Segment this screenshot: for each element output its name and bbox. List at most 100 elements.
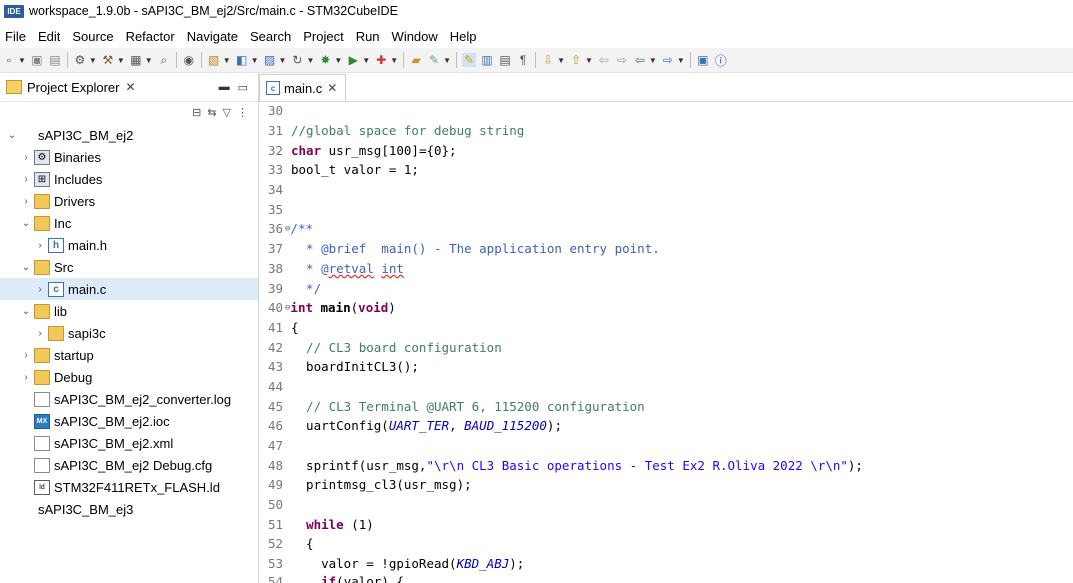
open-perspective-icon[interactable]: ▣	[696, 53, 710, 67]
last-edit-icon[interactable]: ⇦	[597, 53, 611, 67]
open-task-icon[interactable]: ✎	[427, 53, 441, 67]
binary-icon[interactable]: ▦	[129, 53, 143, 67]
code-line[interactable]: 45 // CL3 Terminal @UART 6, 115200 confi…	[259, 396, 1073, 416]
code-line[interactable]: 38 * @retval int	[259, 259, 1073, 279]
dropdown-arrow-icon[interactable]: ▼	[585, 56, 593, 65]
dropdown-arrow-icon[interactable]: ▼	[649, 56, 657, 65]
collapsed-arrow-icon[interactable]: ›	[20, 372, 32, 383]
collapsed-arrow-icon[interactable]: ›	[34, 284, 46, 295]
dropdown-arrow-icon[interactable]: ▼	[18, 56, 26, 65]
close-icon[interactable]: ✕	[125, 80, 135, 94]
tree-item[interactable]: sAPI3C_BM_ej3	[0, 498, 258, 520]
tree-item[interactable]: › Debug	[0, 366, 258, 388]
tree-item[interactable]: sAPI3C_BM_ej2_converter.log	[0, 388, 258, 410]
tree-item[interactable]: › c main.c	[0, 278, 258, 300]
run-icon[interactable]: ▶	[346, 53, 360, 67]
collapsed-arrow-icon[interactable]: ›	[34, 328, 46, 339]
code-line[interactable]: 31 //global space for debug string	[259, 121, 1073, 141]
minimize-icon[interactable]: ▬	[219, 81, 230, 94]
info-icon[interactable]: ⓘ	[714, 53, 728, 68]
close-icon[interactable]: ✕	[327, 81, 337, 95]
dropdown-arrow-icon[interactable]: ▼	[306, 56, 314, 65]
expanded-arrow-icon[interactable]: ⌄	[20, 218, 32, 229]
collapsed-arrow-icon[interactable]: ›	[20, 196, 32, 207]
code-line[interactable]: 30	[259, 101, 1073, 121]
build-config-icon[interactable]: ⚙	[73, 53, 87, 67]
dropdown-arrow-icon[interactable]: ▼	[117, 56, 125, 65]
code-line[interactable]: 54 if(valor) {	[259, 574, 1073, 583]
tree-item[interactable]: sAPI3C_BM_ej2 Debug.cfg	[0, 454, 258, 476]
code-line[interactable]: 37 * @brief main() - The application ent…	[259, 239, 1073, 259]
code-line[interactable]: 43 boardInitCL3();	[259, 357, 1073, 377]
code-line[interactable]: 47	[259, 436, 1073, 456]
collapsed-arrow-icon[interactable]: ›	[34, 240, 46, 251]
dropdown-arrow-icon[interactable]: ▼	[390, 56, 398, 65]
forward-edit-icon[interactable]: ⇨	[615, 53, 629, 67]
menu-source[interactable]: Source	[66, 29, 119, 44]
code-line[interactable]: 41 {	[259, 318, 1073, 338]
new-file-icon[interactable]: ▫	[2, 53, 16, 67]
new-source-icon[interactable]: ▨	[263, 53, 277, 67]
project-explorer-tab[interactable]: Project Explorer ✕	[0, 73, 142, 101]
tree-item[interactable]: › Drivers	[0, 190, 258, 212]
tree-item[interactable]: ⌄ sAPI3C_BM_ej2	[0, 124, 258, 146]
tree-item[interactable]: ld STM32F411RETx_FLASH.ld	[0, 476, 258, 498]
toggle-mark-icon[interactable]: ▥	[480, 53, 494, 67]
expanded-arrow-icon[interactable]: ⌄	[20, 306, 32, 317]
code-line[interactable]: 46 uartConfig(UART_TER, BAUD_115200);	[259, 416, 1073, 436]
code-line[interactable]: 53 valor = !gpioRead(KBD_ABJ);	[259, 554, 1073, 574]
tree-item[interactable]: › h main.h	[0, 234, 258, 256]
tree-item[interactable]: › startup	[0, 344, 258, 366]
tree-item[interactable]: MX sAPI3C_BM_ej2.ioc	[0, 410, 258, 432]
dropdown-arrow-icon[interactable]: ▼	[334, 56, 342, 65]
code-line[interactable]: 40 ⊖ int main(void)	[259, 298, 1073, 318]
dropdown-arrow-icon[interactable]: ▼	[443, 56, 451, 65]
expanded-arrow-icon[interactable]: ⌄	[20, 262, 32, 273]
tree-item[interactable]: › ⚙ Binaries	[0, 146, 258, 168]
code-line[interactable]: 32 char usr_msg[100]={0};	[259, 140, 1073, 160]
menu-edit[interactable]: Edit	[32, 29, 66, 44]
forward-icon[interactable]: ⇨	[661, 53, 675, 67]
menu-run[interactable]: Run	[350, 29, 386, 44]
next-annotation-icon[interactable]: ⇩	[541, 53, 555, 67]
code-line[interactable]: 35	[259, 199, 1073, 219]
editor-tab-main-c[interactable]: c main.c ✕	[259, 74, 347, 101]
code-line[interactable]: 51 while (1)	[259, 514, 1073, 534]
code-line[interactable]: 39 */	[259, 278, 1073, 298]
tree-item[interactable]: ⌄ lib	[0, 300, 258, 322]
tree-item[interactable]: › ⊞ Includes	[0, 168, 258, 190]
prev-annotation-icon[interactable]: ⇧	[569, 53, 583, 67]
code-line[interactable]: 52 {	[259, 534, 1073, 554]
collapsed-arrow-icon[interactable]: ›	[20, 152, 32, 163]
code-line[interactable]: 36 ⊖/**	[259, 219, 1073, 239]
dropdown-arrow-icon[interactable]: ▼	[677, 56, 685, 65]
menu-file[interactable]: File	[0, 29, 32, 44]
open-folder-icon[interactable]: ▰	[409, 53, 423, 67]
filter-icon[interactable]: ▽	[223, 106, 231, 119]
dropdown-arrow-icon[interactable]: ▼	[145, 56, 153, 65]
maximize-icon[interactable]: ▭	[238, 81, 248, 94]
new-project-icon[interactable]: ▧	[207, 53, 221, 67]
view-menu-icon[interactable]: ⋮	[237, 106, 248, 119]
external-tools-icon[interactable]: ✚	[374, 53, 388, 67]
code-line[interactable]: 48 sprintf(usr_msg,"\r\n CL3 Basic opera…	[259, 455, 1073, 475]
search-icon[interactable]: ⌕	[157, 53, 171, 67]
link-editor-icon[interactable]: ⇆	[207, 106, 216, 119]
dropdown-arrow-icon[interactable]: ▼	[89, 56, 97, 65]
dropdown-arrow-icon[interactable]: ▼	[251, 56, 259, 65]
code-line[interactable]: 33 bool_t valor = 1;	[259, 160, 1073, 180]
highlight-icon[interactable]: ✎	[462, 53, 477, 67]
save-all-icon[interactable]: ▤	[48, 53, 62, 67]
menu-refactor[interactable]: Refactor	[120, 29, 181, 44]
code-editor[interactable]: 30 31 //global space for debug string 32 cha…	[259, 101, 1073, 583]
collapsed-arrow-icon[interactable]: ›	[20, 174, 32, 185]
code-line[interactable]: 49 printmsg_cl3(usr_msg);	[259, 475, 1073, 495]
code-line[interactable]: 34	[259, 180, 1073, 200]
tree-item[interactable]: › sapi3c	[0, 322, 258, 344]
menu-search[interactable]: Search	[244, 29, 297, 44]
device-icon[interactable]: ◉	[182, 53, 196, 67]
debug-icon[interactable]: ✸	[318, 53, 332, 67]
refresh-icon[interactable]: ↻	[290, 53, 304, 67]
collapsed-arrow-icon[interactable]: ›	[20, 350, 32, 361]
code-line[interactable]: 42 // CL3 board configuration	[259, 337, 1073, 357]
